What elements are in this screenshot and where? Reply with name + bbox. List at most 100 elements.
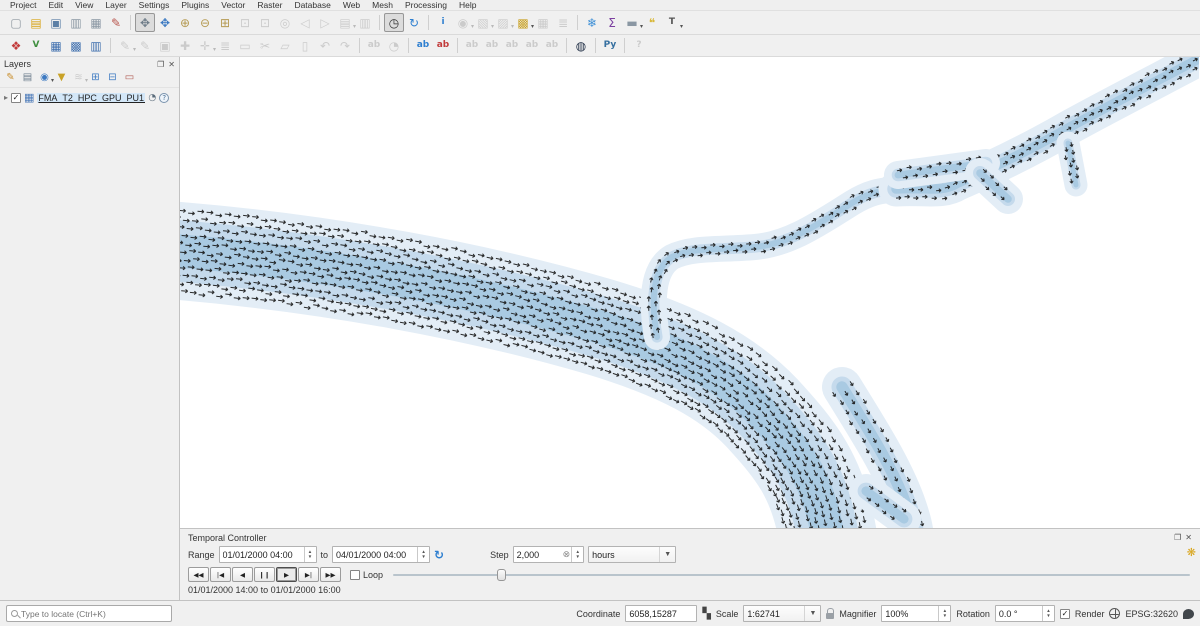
menu-processing[interactable]: Processing [399, 0, 453, 10]
style-manager-button[interactable]: ✎ [106, 13, 126, 32]
range-start-spinner[interactable]: ▲▼ [304, 547, 316, 562]
menu-plugins[interactable]: Plugins [175, 0, 215, 10]
step-spinner[interactable]: ▲▼ [571, 547, 583, 562]
show-layout-manager-button[interactable]: ▦ [86, 13, 106, 32]
pause-button[interactable]: ❙❙ [254, 567, 275, 582]
toggle-extents-icon[interactable]: ▚ [702, 607, 710, 620]
python-console-button[interactable]: Py [600, 36, 620, 55]
temporal-panel-close-icon[interactable]: ✕ [1185, 533, 1192, 542]
remove-layer-button[interactable]: ▭ [121, 70, 138, 86]
fast-forward-button[interactable]: ▶▶ [320, 567, 341, 582]
range-end-input[interactable] [333, 548, 417, 561]
skip-to-start-button[interactable]: |◀ [210, 567, 231, 582]
menu-settings[interactable]: Settings [133, 0, 176, 10]
magnifier-field[interactable]: ▲▼ [881, 605, 951, 622]
refresh-temporal-range-icon[interactable]: ↻ [434, 548, 444, 562]
open-layer-styling-button[interactable]: ✎ [2, 70, 19, 86]
temporal-panel-float-icon[interactable]: ❐ [1174, 533, 1181, 542]
menu-vector[interactable]: Vector [215, 0, 251, 10]
messages-bubble-icon[interactable] [1183, 609, 1194, 619]
open-project-button[interactable]: ▤ [26, 13, 46, 32]
zoom-full-button[interactable]: ⊞ [215, 13, 235, 32]
layers-panel-float-icon[interactable]: ❐ [157, 60, 164, 69]
zoom-in-button[interactable]: ⊕ [175, 13, 195, 32]
menu-database[interactable]: Database [288, 0, 336, 10]
render-checkbox[interactable]: ✓ [1060, 609, 1070, 619]
rotate-label-icon: ab [506, 41, 519, 50]
text-annotation-button[interactable]: T▾ [662, 13, 682, 32]
add-delimited-text-layer-button[interactable]: ▥ [86, 36, 106, 55]
save-project-button[interactable]: ▣ [46, 13, 66, 32]
step-field[interactable]: ⊗ ▲▼ [513, 546, 585, 563]
locator-box[interactable] [6, 605, 172, 622]
rewind-button[interactable]: ◀◀ [188, 567, 209, 582]
menu-view[interactable]: View [69, 0, 99, 10]
rotation-spinner[interactable]: ▲▼ [1042, 606, 1054, 621]
menu-edit[interactable]: Edit [42, 0, 69, 10]
range-start-field[interactable]: ▲▼ [219, 546, 317, 563]
add-raster-layer-button[interactable]: ▦ [46, 36, 66, 55]
layer-visibility-checkbox[interactable]: ✓ [11, 93, 21, 103]
play-button[interactable]: ▶ [276, 567, 297, 582]
locator-input[interactable] [21, 609, 167, 619]
skip-to-end-button[interactable]: ▶| [298, 567, 319, 582]
freeze-canvas-button[interactable]: ❄ [582, 13, 602, 32]
menu-project[interactable]: Project [4, 0, 42, 10]
pan-to-selection-button[interactable]: ✥ [155, 13, 175, 32]
refresh-map-button[interactable]: ↻ [404, 13, 424, 32]
crs-globe-icon[interactable] [1109, 608, 1120, 619]
menu-mesh[interactable]: Mesh [366, 0, 399, 10]
loop-checkbox[interactable] [350, 570, 360, 580]
pin-labels-button[interactable]: ab [413, 36, 433, 55]
scale-lock-icon[interactable] [826, 613, 834, 619]
hide-show-labels-button[interactable]: ab [433, 36, 453, 55]
expand-all-button[interactable]: ⊞ [87, 70, 104, 86]
zoom-next-icon: ▷ [320, 17, 329, 29]
collapse-all-button[interactable]: ⊟ [104, 70, 121, 86]
temporal-controller-button[interactable]: ◷ [384, 13, 404, 32]
add-mesh-layer-button[interactable]: ▩ [66, 36, 86, 55]
rotation-input[interactable] [996, 607, 1042, 620]
layer-name[interactable]: FMA_T2_HPC_GPU_PU1_10 [37, 93, 145, 103]
menu-layer[interactable]: Layer [99, 0, 132, 10]
layer-expand-arrow[interactable]: ▸ [4, 93, 8, 102]
step-clear-icon[interactable]: ⊗ [562, 550, 572, 560]
manage-map-themes-button[interactable]: ◉▾ [36, 70, 53, 86]
layer-item[interactable]: ▸ ✓ ▦ FMA_T2_HPC_GPU_PU1_10 ◔ ? [0, 88, 179, 107]
metasearch-button[interactable]: ◍ [571, 36, 591, 55]
range-start-input[interactable] [220, 548, 304, 561]
rotation-field[interactable]: ▲▼ [995, 605, 1055, 622]
identify-features-button[interactable]: i [433, 13, 453, 32]
temporal-slider-track[interactable] [393, 574, 1190, 576]
range-end-spinner[interactable]: ▲▼ [417, 547, 429, 562]
new-print-layout-button[interactable]: ▥ [66, 13, 86, 32]
pan-map-button[interactable]: ✥ [135, 13, 155, 32]
zoom-out-button[interactable]: ⊖ [195, 13, 215, 32]
add-group-button[interactable]: ▤ [19, 70, 36, 86]
filter-legend-button[interactable]: ▼ [53, 70, 70, 86]
statistical-summary-button[interactable]: Σ [602, 13, 622, 32]
step-back-button[interactable]: ◀ [232, 567, 253, 582]
crs-code[interactable]: EPSG:32620 [1125, 609, 1178, 619]
step-unit-combo[interactable]: hours ▼ [588, 546, 676, 563]
map-tips-button[interactable]: ❝ [642, 13, 662, 32]
add-vector-layer-button[interactable]: V [26, 36, 46, 55]
magnifier-spinner[interactable]: ▲▼ [938, 606, 950, 621]
coordinate-value[interactable]: 6058,15287 [625, 605, 697, 622]
temporal-slider-handle[interactable] [497, 569, 506, 581]
map-canvas[interactable] [180, 57, 1200, 528]
measure-line-button[interactable]: ▬▾ [622, 13, 642, 32]
scale-combo[interactable]: 1:62741 ▼ [743, 605, 821, 622]
step-input[interactable] [514, 548, 562, 561]
data-source-manager-button[interactable]: ❖ [6, 36, 26, 55]
select-by-value-button[interactable]: ▩▾ [513, 13, 533, 32]
temporal-slider[interactable] [393, 568, 1190, 582]
range-end-field[interactable]: ▲▼ [332, 546, 430, 563]
menu-raster[interactable]: Raster [251, 0, 288, 10]
layers-panel-close-icon[interactable]: ✕ [168, 60, 175, 69]
temporal-settings-gear-icon[interactable]: ❋ [1187, 546, 1196, 559]
menu-help[interactable]: Help [453, 0, 482, 10]
new-project-button[interactable]: ▢ [6, 13, 26, 32]
magnifier-input[interactable] [882, 607, 938, 620]
menu-web[interactable]: Web [337, 0, 366, 10]
